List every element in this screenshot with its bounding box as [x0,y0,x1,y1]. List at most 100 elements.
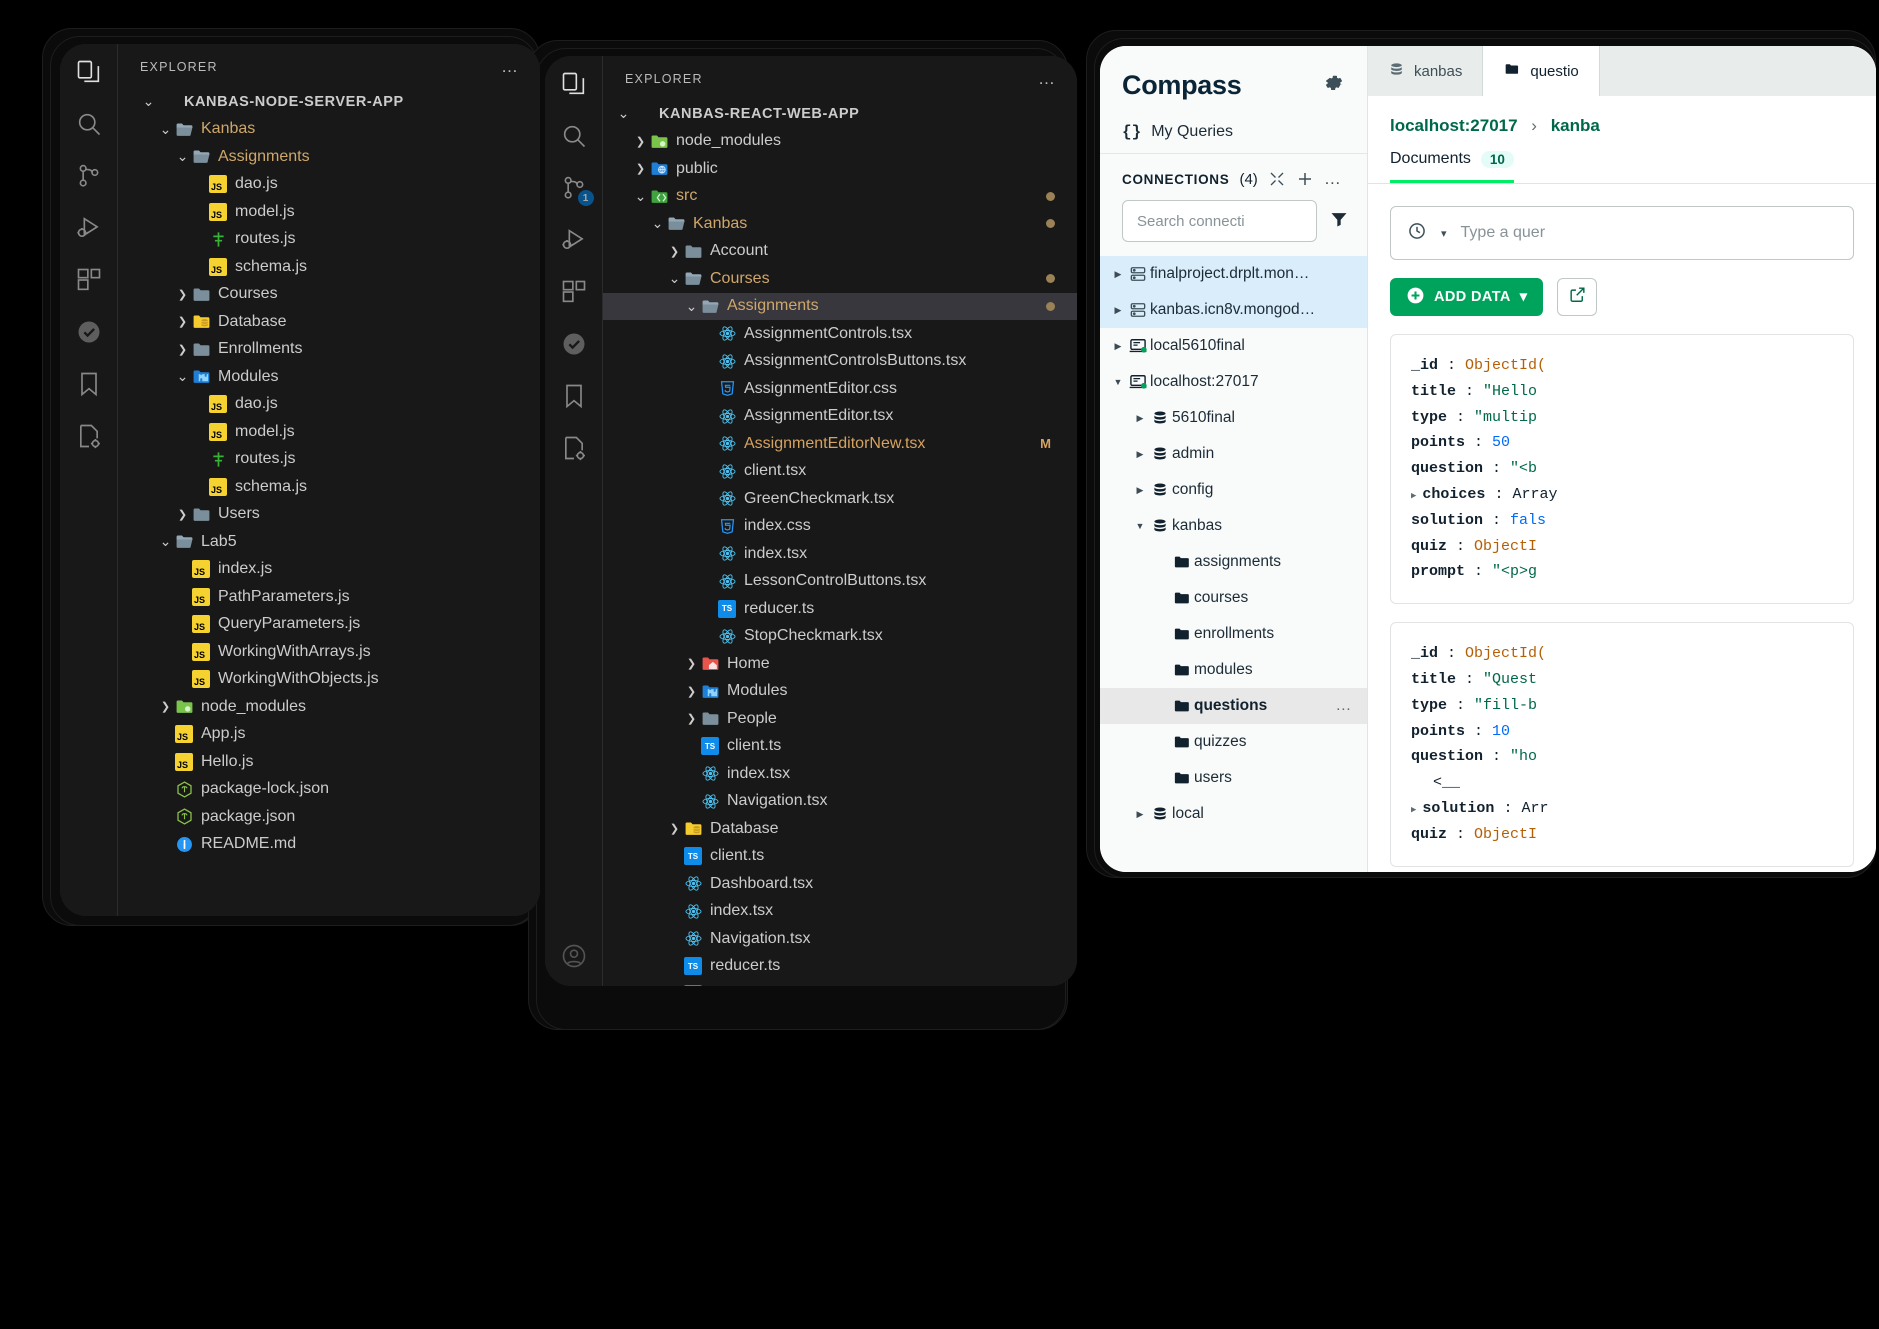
chevron-right-icon[interactable]: ❯ [683,712,700,725]
chevron-right-icon[interactable]: ▶ [1110,269,1126,280]
plus-icon[interactable] [1296,170,1314,188]
search-icon[interactable] [560,122,588,150]
testing-icon[interactable] [560,330,588,358]
tree-folder-row[interactable]: ⌄ Lab5 [118,528,540,556]
query-input-placeholder[interactable]: Type a quer [1461,224,1546,242]
source-control-icon[interactable] [75,162,103,190]
files-icon[interactable] [560,70,588,98]
file-tree-node-server[interactable]: ⌄ KANBAS-NODE-SERVER-APP ⌄ Kanbas ⌄ Assignmen… [118,84,540,858]
chevron-down-icon[interactable]: ⌄ [157,533,174,550]
run-debug-icon[interactable] [560,226,588,254]
tree-folder-row[interactable]: ❯ Users [118,501,540,529]
database-row[interactable]: ▶ admin [1100,436,1367,472]
tree-file-row[interactable]: ❯index.tsx [603,760,1077,788]
tree-file-row[interactable]: ❯Dashboard.tsx [603,870,1077,898]
workspace-tab[interactable]: questio [1483,46,1600,96]
tree-file-row[interactable]: ❯JSHello.js [118,748,540,776]
tree-folder-row[interactable]: ⌄ Courses [603,265,1077,293]
accounts-icon[interactable] [560,942,588,970]
expand-arrow-icon[interactable]: ▶ [1411,805,1416,815]
connections-search-row[interactable]: Search connecti [1100,196,1367,256]
tree-file-row[interactable]: ❯Navigation.tsx [603,925,1077,953]
chevron-down-icon[interactable]: ⌄ [649,215,666,232]
testing-icon[interactable] [75,318,103,346]
remote-explorer-icon[interactable] [75,422,103,450]
chevron-down-icon[interactable]: ▾ [1441,227,1447,240]
tab-documents[interactable]: Documents 10 [1390,150,1514,183]
tree-root-row[interactable]: ⌄ KANBAS-NODE-SERVER-APP [118,88,540,116]
database-row[interactable]: ▶ 5610final [1100,400,1367,436]
connection-row[interactable]: ▶ local5610final [1100,328,1367,364]
chevron-right-icon[interactable]: ❯ [174,343,191,356]
tree-file-row[interactable]: ❯JSWorkingWithArrays.js [118,638,540,666]
chevron-down-icon[interactable]: ⌄ [615,105,632,122]
history-icon[interactable] [1407,221,1427,246]
collection-actions-icon[interactable]: … [1335,698,1353,714]
tree-file-row[interactable]: ❯JSWorkingWithObjects.js [118,666,540,694]
collection-row[interactable]: ▶quizzes [1100,724,1367,760]
chevron-right-icon[interactable]: ▶ [1132,485,1148,496]
tree-file-row[interactable]: ❯AssignmentEditorNew.tsxM [603,430,1077,458]
connection-row[interactable]: ▶ kanbas.icn8v.mongod… [1100,292,1367,328]
workspace-tabs[interactable]: kanbas questio [1368,46,1876,96]
ellipsis-icon[interactable]: … [1324,170,1343,187]
breadcrumb-db[interactable]: kanba [1551,116,1600,135]
filter-icon[interactable] [1329,209,1349,234]
chevron-right-icon[interactable]: ❯ [632,162,649,175]
explorer-overflow-icon[interactable]: … [501,58,520,75]
tree-file-row[interactable]: ❯Navigation.tsx [603,788,1077,816]
chevron-down-icon[interactable]: ▼ [1110,377,1126,387]
chevron-down-icon[interactable]: ⌄ [632,188,649,205]
tree-file-row[interactable]: ❯package.json [118,803,540,831]
collection-row[interactable]: ▶courses [1100,580,1367,616]
tree-file-row[interactable]: ❯JSPathParameters.js [118,583,540,611]
tree-file-row[interactable]: ❯GreenCheckmark.tsx [603,485,1077,513]
gear-icon[interactable] [1323,72,1345,99]
chevron-right-icon[interactable]: ❯ [666,245,683,258]
tree-folder-row[interactable]: ❯ Modules [603,678,1077,706]
tree-folder-row[interactable]: ⌄ Kanbas [603,210,1077,238]
extensions-icon[interactable] [75,266,103,294]
collection-row[interactable]: ▶modules [1100,652,1367,688]
activity-bar[interactable] [60,44,118,916]
tree-file-row[interactable]: ❯TSstore.ts [603,980,1077,986]
connections-list[interactable]: ▶ finalproject.drplt.mon… ▶ kanbas.icn8v.mo… [1100,256,1367,872]
explorer-sidebar-2[interactable]: EXPLORER … ⌄ KANBAS-REACT-WEB-APP ❯ node_mo… [603,56,1077,986]
tree-folder-row[interactable]: ❯ node_modules [118,693,540,721]
run-debug-icon[interactable] [75,214,103,242]
collapse-icon[interactable] [1268,170,1286,188]
document-card[interactable]: _id : ObjectId(title : "Quest type : "fil… [1390,622,1854,867]
chevron-right-icon[interactable]: ▶ [1110,305,1126,316]
remote-explorer-icon[interactable] [560,434,588,462]
tree-file-row[interactable]: ❯JSmodel.js [118,198,540,226]
tree-file-row[interactable]: ❯index.css [603,513,1077,541]
chevron-right-icon[interactable]: ❯ [157,700,174,713]
tree-file-row[interactable]: ❯TSreducer.ts [603,953,1077,981]
connection-row[interactable]: ▶ finalproject.drplt.mon… [1100,256,1367,292]
tree-file-row[interactable]: ❯JSindex.js [118,556,540,584]
tree-folder-row[interactable]: ❯ node_modules [603,128,1077,156]
tree-file-row[interactable]: ❯TSclient.ts [603,733,1077,761]
tree-folder-row[interactable]: ❯ public [603,155,1077,183]
tree-file-row[interactable]: ❯AssignmentEditor.css [603,375,1077,403]
chevron-down-icon[interactable]: ⌄ [157,121,174,138]
tree-file-row[interactable]: ❯JSdao.js [118,171,540,199]
chevron-down-icon[interactable]: ⌄ [174,148,191,165]
tree-file-row[interactable]: ❯JSQueryParameters.js [118,611,540,639]
tree-folder-row[interactable]: ⌄ Assignments [603,292,1077,320]
compass-main[interactable]: kanbas questio localhost:27017 › kanba Do… [1368,46,1876,872]
collection-row[interactable]: ▶questions… [1100,688,1367,724]
source-control-icon[interactable]: 1 [560,174,594,206]
tree-folder-row[interactable]: ⌄ Kanbas [118,116,540,144]
database-row[interactable]: ▶ config [1100,472,1367,508]
tree-file-row[interactable]: ❯AssignmentControlsButtons.tsx [603,348,1077,376]
tree-folder-row[interactable]: ❯ Home [603,650,1077,678]
workspace-tab[interactable]: kanbas [1368,46,1484,96]
chevron-down-icon[interactable]: ⌄ [174,368,191,385]
tree-root-row[interactable]: ⌄ KANBAS-REACT-WEB-APP [603,100,1077,128]
chevron-right-icon[interactable]: ▶ [1110,341,1126,352]
tree-file-row[interactable]: ❯routes.js [118,226,540,254]
chevron-down-icon[interactable]: ▼ [1132,521,1148,531]
tree-folder-row[interactable]: ❯ Database [118,308,540,336]
tree-file-row[interactable]: ❯TSreducer.ts [603,595,1077,623]
